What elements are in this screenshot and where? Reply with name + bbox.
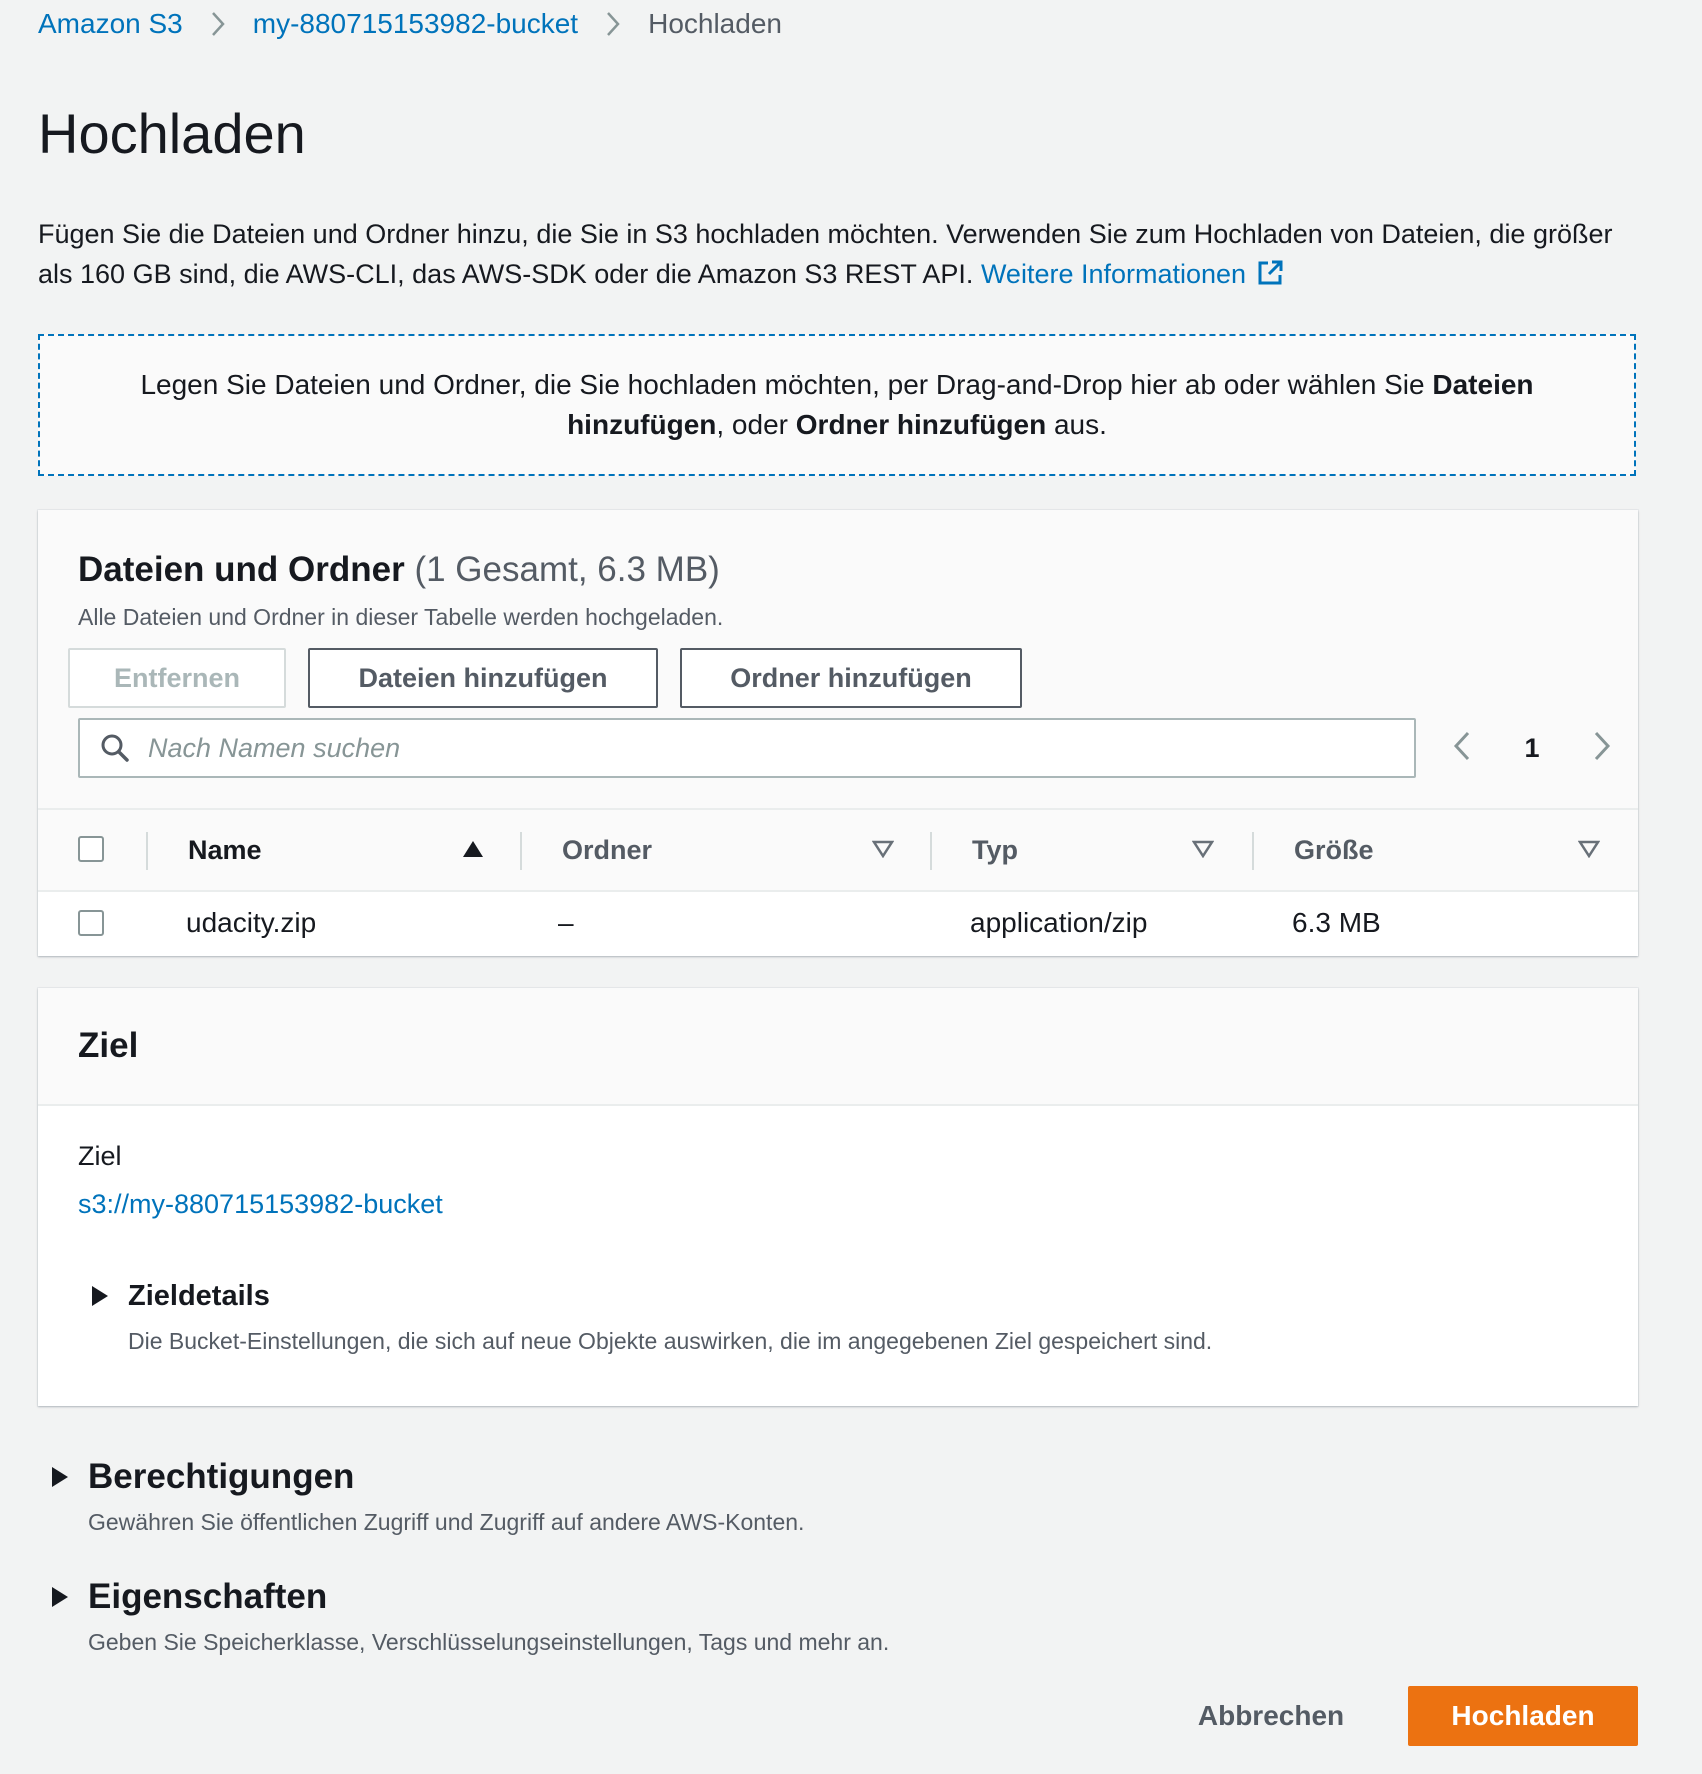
intro-body: Fügen Sie die Dateien und Ordner hinzu, … xyxy=(38,219,1613,289)
page-title: Hochladen xyxy=(38,102,306,165)
files-panel-title-text: Dateien und Ordner xyxy=(78,550,405,589)
target-panel: Ziel Ziel s3://my-880715153982-bucket Zi… xyxy=(38,988,1638,1406)
properties-toggle[interactable]: Eigenschaften xyxy=(88,1573,327,1621)
row-type: application/zip xyxy=(970,907,1148,938)
breadcrumb-current: Hochladen xyxy=(648,8,782,39)
row-size: 6.3 MB xyxy=(1292,907,1381,938)
target-details-toggle[interactable]: Zieldetails xyxy=(128,1276,270,1316)
chevron-right-icon xyxy=(578,11,648,37)
permissions-toggle[interactable]: Berechtigungen xyxy=(88,1453,354,1501)
add-folder-button[interactable]: Ordner hinzufügen xyxy=(680,648,1022,708)
drop-zone[interactable]: Legen Sie Dateien und Ordner, die Sie ho… xyxy=(38,334,1636,476)
current-page-number[interactable]: 1 xyxy=(1524,733,1539,764)
column-header-folder[interactable]: Ordner xyxy=(562,810,652,890)
row-folder: – xyxy=(558,907,574,938)
breadcrumb-bucket[interactable]: my-880715153982-bucket xyxy=(253,6,578,42)
pagination: 1 xyxy=(1452,718,1612,778)
drop-zone-text-part: Legen Sie Dateien und Ordner, die Sie ho… xyxy=(140,369,1433,400)
drop-zone-text-part: aus. xyxy=(1046,409,1107,440)
sort-descending-icon[interactable] xyxy=(1192,840,1214,858)
table-header: Name Ordner Typ Größe xyxy=(38,808,1638,892)
row-name: udacity.zip xyxy=(186,907,317,938)
column-divider xyxy=(930,832,932,870)
caret-right-icon[interactable] xyxy=(52,1587,68,1607)
caret-right-icon[interactable] xyxy=(52,1467,68,1487)
files-and-folders-panel: Dateien und Ordner (1 Gesamt, 6.3 MB) Al… xyxy=(38,510,1638,956)
files-panel-title: Dateien und Ordner (1 Gesamt, 6.3 MB) xyxy=(78,546,720,594)
files-panel-header: Dateien und Ordner (1 Gesamt, 6.3 MB) Al… xyxy=(38,510,1638,810)
next-page-icon[interactable] xyxy=(1592,730,1612,767)
column-divider xyxy=(146,832,148,870)
cancel-button[interactable]: Abbrechen xyxy=(1176,1686,1366,1746)
properties-description: Geben Sie Speicherklasse, Verschlüsselun… xyxy=(88,1629,890,1655)
add-files-button[interactable]: Dateien hinzufügen xyxy=(308,648,658,708)
intro-text: Fügen Sie die Dateien und Ordner hinzu, … xyxy=(38,214,1638,298)
upload-button[interactable]: Hochladen xyxy=(1408,1686,1638,1746)
breadcrumb-amazon-s3[interactable]: Amazon S3 xyxy=(38,6,183,42)
target-bucket-link[interactable]: s3://my-880715153982-bucket xyxy=(78,1186,443,1222)
column-divider xyxy=(520,832,522,870)
column-header-name[interactable]: Name xyxy=(188,810,262,890)
column-header-type[interactable]: Typ xyxy=(972,810,1018,890)
search-box xyxy=(78,718,1416,778)
drop-zone-add-folder-label: Ordner hinzufügen xyxy=(795,409,1047,440)
target-panel-title: Ziel xyxy=(78,1026,139,1065)
learn-more-link[interactable]: Weitere Informationen xyxy=(981,259,1246,289)
files-count: (1 Gesamt, 6.3 MB) xyxy=(414,550,720,589)
column-header-size[interactable]: Größe xyxy=(1294,810,1374,890)
sort-ascending-icon[interactable] xyxy=(462,840,484,858)
permissions-description: Gewähren Sie öffentlichen Zugriff und Zu… xyxy=(88,1509,805,1535)
sort-descending-icon[interactable] xyxy=(1578,840,1600,858)
search-input[interactable] xyxy=(146,731,1350,765)
target-label: Ziel xyxy=(78,1141,122,1171)
search-icon xyxy=(101,734,129,762)
target-details-description: Die Bucket-Einstellungen, die sich auf n… xyxy=(128,1328,1213,1354)
table-row[interactable]: udacity.zip – application/zip 6.3 MB xyxy=(38,892,1638,954)
target-panel-header: Ziel xyxy=(38,988,1638,1106)
external-link-icon[interactable] xyxy=(1256,258,1284,298)
sort-descending-icon[interactable] xyxy=(872,840,894,858)
breadcrumb: Amazon S3 my-880715153982-bucket Hochlad… xyxy=(38,6,782,42)
row-checkbox[interactable] xyxy=(78,910,104,936)
upload-page: Amazon S3 my-880715153982-bucket Hochlad… xyxy=(0,0,1702,1774)
drop-zone-text-part: , oder xyxy=(716,409,796,440)
caret-right-icon[interactable] xyxy=(92,1286,108,1306)
select-all-checkbox[interactable] xyxy=(78,836,104,862)
drop-zone-text: Legen Sie Dateien und Ordner, die Sie ho… xyxy=(127,365,1547,445)
column-divider xyxy=(1252,832,1254,870)
previous-page-icon[interactable] xyxy=(1452,730,1472,767)
remove-button[interactable]: Entfernen xyxy=(68,648,286,708)
files-panel-description: Alle Dateien und Ordner in dieser Tabell… xyxy=(78,604,724,630)
chevron-right-icon xyxy=(183,11,253,37)
